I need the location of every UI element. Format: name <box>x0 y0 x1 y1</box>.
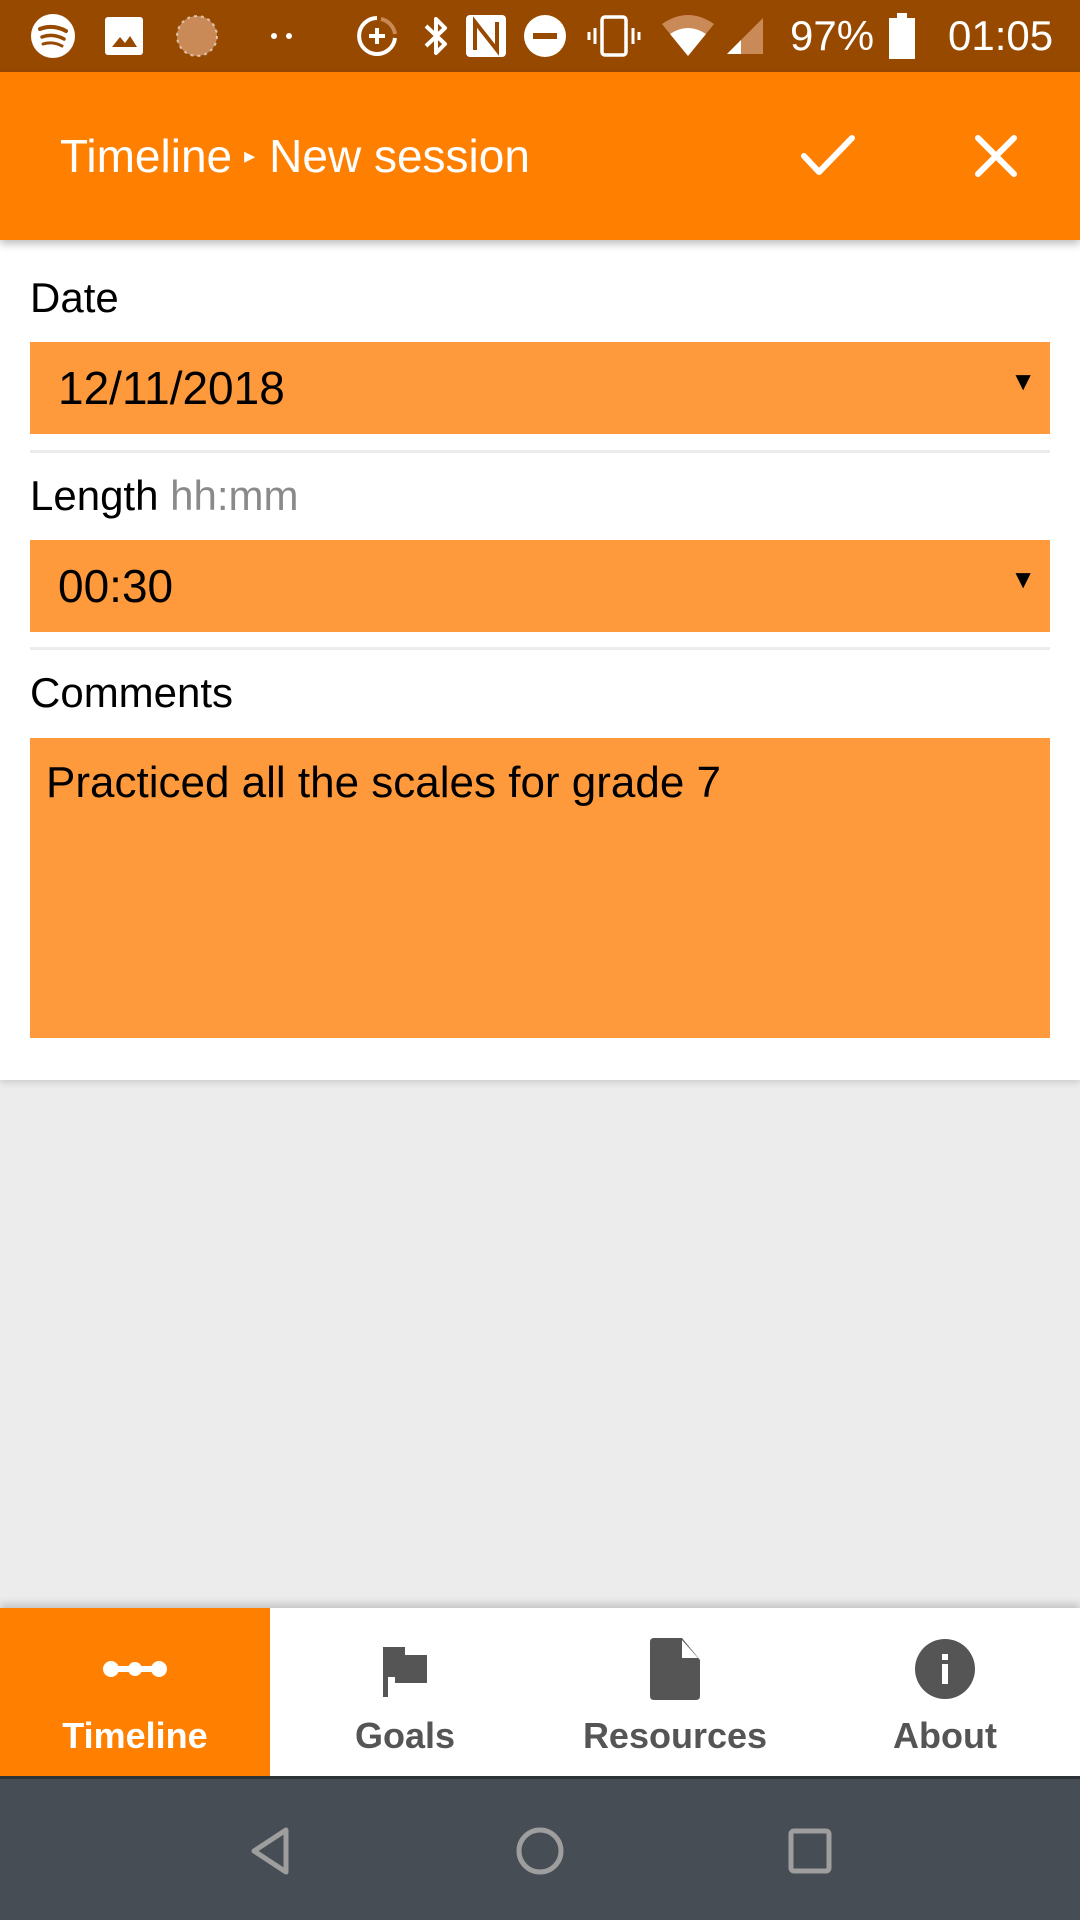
recents-icon <box>788 1828 832 1874</box>
length-label-text: Length <box>30 472 159 519</box>
bluetooth-icon <box>418 14 454 58</box>
breadcrumb: Timeline ▸ New session <box>60 128 530 188</box>
nav-label: Timeline <box>62 1715 208 1756</box>
dropdown-caret-icon: ▼ <box>1010 564 1036 594</box>
more-dots-icon <box>262 14 302 58</box>
nav-item-resources[interactable]: Resources <box>540 1608 810 1776</box>
length-label: Length hh:mm <box>30 470 299 522</box>
system-navigation-bar <box>0 1776 1080 1920</box>
comments-label: Comments <box>30 669 234 716</box>
wifi-icon <box>660 14 716 58</box>
back-button[interactable] <box>234 1815 306 1887</box>
cell-signal-icon <box>724 14 766 58</box>
battery-percentage: 97% <box>790 12 875 59</box>
home-icon <box>516 1827 564 1875</box>
length-value: 00:30 <box>58 560 174 612</box>
info-icon <box>914 1634 976 1704</box>
document-icon <box>650 1634 700 1704</box>
data-saver-icon <box>354 14 400 58</box>
nav-label: Resources <box>582 1715 768 1756</box>
divider <box>30 647 1050 650</box>
status-bar: 97% 01:05 <box>0 0 1080 72</box>
image-icon <box>102 14 146 58</box>
nav-item-about[interactable]: About <box>810 1608 1080 1776</box>
sync-icon <box>174 14 220 58</box>
divider <box>30 450 1050 453</box>
nav-item-timeline[interactable]: Timeline <box>0 1608 270 1776</box>
length-format-hint: hh:mm <box>170 472 299 519</box>
check-icon <box>801 135 855 175</box>
dropdown-caret-icon: ▼ <box>1010 366 1036 396</box>
nfc-icon <box>464 14 508 58</box>
back-icon <box>251 1827 289 1875</box>
length-select[interactable]: 00:30 ▼ <box>30 540 1050 632</box>
comments-textarea[interactable]: Practiced all the scales for grade 7 <box>30 738 1050 1038</box>
home-button[interactable] <box>504 1815 576 1887</box>
recents-button[interactable] <box>774 1815 846 1887</box>
clock: 01:05 <box>948 12 1054 59</box>
breadcrumb-separator-icon: ▸ <box>244 142 256 168</box>
confirm-button[interactable] <box>788 116 868 196</box>
close-icon <box>975 135 1017 177</box>
session-form: Date 12/11/2018 ▼ Length hh:mm 00:30 ▼ C… <box>0 240 1080 1080</box>
app-bar: Timeline ▸ New session <box>0 72 1080 240</box>
bottom-navigation: Timeline Goals Resources About <box>0 1608 1080 1776</box>
date-select[interactable]: 12/11/2018 ▼ <box>30 342 1050 434</box>
nav-label: About <box>893 1715 997 1756</box>
close-button[interactable] <box>956 116 1036 196</box>
timeline-icon <box>103 1634 167 1704</box>
page-title: New session <box>269 130 530 182</box>
vibrate-icon <box>586 14 642 58</box>
nav-item-goals[interactable]: Goals <box>270 1608 540 1776</box>
breadcrumb-parent[interactable]: Timeline <box>60 130 232 182</box>
nav-label: Goals <box>354 1715 456 1756</box>
battery-icon <box>888 13 916 59</box>
date-value: 12/11/2018 <box>58 362 285 414</box>
date-label: Date <box>30 274 119 321</box>
do-not-disturb-icon <box>522 14 568 58</box>
spotify-icon <box>28 14 78 58</box>
flag-icon <box>381 1634 429 1704</box>
